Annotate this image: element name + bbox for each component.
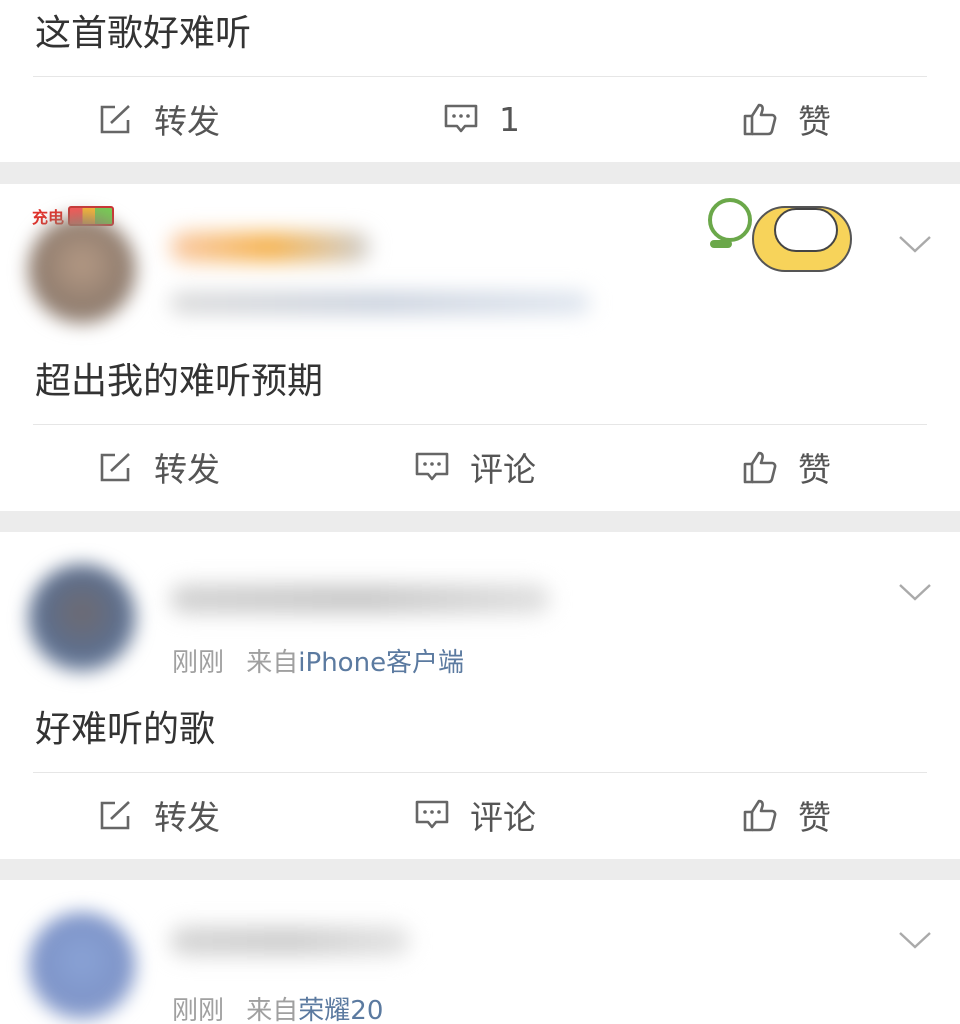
like-button[interactable]: 赞: [742, 432, 831, 502]
comment-count: 1: [499, 99, 520, 139]
username-blurred[interactable]: [170, 584, 550, 614]
repost-button[interactable]: 转发: [98, 84, 220, 154]
like-button[interactable]: 赞: [742, 84, 831, 154]
meta-blurred: [170, 292, 590, 314]
post-text: 这首歌好难听: [35, 13, 252, 54]
repost-button[interactable]: 转发: [98, 780, 220, 850]
post-actions: 转发 评论 赞: [0, 780, 960, 850]
divider: [33, 76, 927, 77]
comment-button[interactable]: 1: [443, 84, 520, 154]
comment-button[interactable]: 评论: [414, 432, 536, 502]
comment-bubble-icon: [415, 452, 449, 481]
like-label: 赞: [798, 102, 831, 141]
post-time: 刚刚: [172, 648, 225, 678]
post-source-link[interactable]: iPhone客户端: [298, 648, 464, 678]
repost-label: 转发: [154, 450, 220, 489]
source-prefix: 来自: [246, 996, 299, 1024]
thumbs-up-icon: [743, 103, 777, 136]
post-card-1: 这首歌好难听 转发 1 赞: [0, 0, 960, 162]
like-label: 赞: [798, 798, 831, 837]
post-source-link[interactable]: 荣耀20: [298, 996, 383, 1024]
avatar[interactable]: [28, 216, 136, 324]
post-meta: 刚刚 来自iPhone客户端: [172, 642, 464, 679]
comment-bubble-icon: [415, 800, 449, 829]
post-card-4: 刚刚 来自荣耀20: [0, 880, 960, 1024]
thumbs-up-icon: [743, 451, 777, 484]
divider: [33, 424, 927, 425]
chevron-down-icon[interactable]: [898, 582, 932, 602]
comment-label: 评论: [470, 798, 536, 837]
comment-bubble-icon: [444, 104, 478, 133]
post-text: 超出我的难听预期: [35, 361, 324, 402]
username-blurred[interactable]: [170, 926, 410, 956]
post-actions: 转发 1 赞: [0, 84, 960, 154]
post-meta: 刚刚 来自荣耀20: [172, 990, 383, 1024]
username-blurred[interactable]: [170, 232, 370, 262]
fan-icon: [708, 198, 752, 242]
thumbs-up-icon: [743, 799, 777, 832]
avatar[interactable]: [28, 564, 136, 672]
chevron-down-icon[interactable]: [898, 930, 932, 950]
repost-label: 转发: [154, 798, 220, 837]
post-actions: 转发 评论 赞: [0, 432, 960, 502]
post-card-2: 充电 超出我的难听预期 转发 评论 赞: [0, 184, 960, 511]
comment-label: 评论: [470, 450, 536, 489]
source-prefix: 来自: [246, 648, 299, 678]
divider: [33, 772, 927, 773]
share-edit-icon: [100, 105, 130, 134]
comment-button[interactable]: 评论: [414, 780, 536, 850]
post-card-3: 刚刚 来自iPhone客户端 好难听的歌 转发 评论 赞: [0, 532, 960, 859]
share-edit-icon: [100, 801, 130, 830]
chevron-down-icon[interactable]: [898, 234, 932, 254]
avatar[interactable]: [28, 912, 136, 1020]
share-edit-icon: [100, 453, 130, 482]
post-text: 好难听的歌: [35, 709, 216, 750]
repost-label: 转发: [154, 102, 220, 141]
fan-stand: [710, 240, 732, 248]
sticker-fan-panda: [700, 190, 852, 272]
repost-button[interactable]: 转发: [98, 432, 220, 502]
like-button[interactable]: 赞: [742, 780, 831, 850]
post-time: 刚刚: [172, 996, 225, 1024]
like-label: 赞: [798, 450, 831, 489]
panda-shape: [774, 208, 838, 252]
